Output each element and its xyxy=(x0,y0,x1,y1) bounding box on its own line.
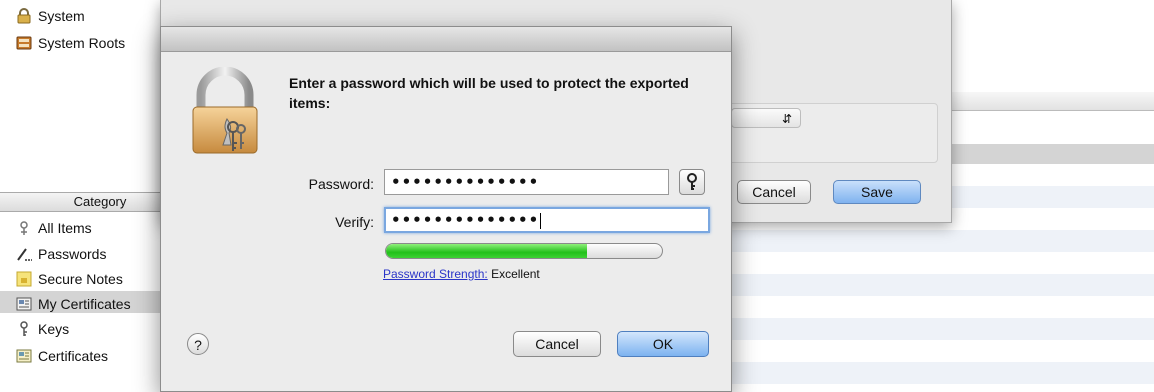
category-item-label: My Certificates xyxy=(38,296,131,312)
all-items-icon xyxy=(16,220,32,236)
save-button[interactable]: Save xyxy=(833,180,921,204)
category-item-label: Secure Notes xyxy=(38,271,123,287)
keychain-item-system-roots[interactable]: System Roots xyxy=(38,32,125,54)
keychain-item-label: System Roots xyxy=(38,35,126,51)
lock-icon xyxy=(16,8,32,24)
verify-field[interactable]: •••••••••••••• xyxy=(384,207,710,233)
category-item-label: All Items xyxy=(38,220,92,236)
cancel-button[interactable]: Cancel xyxy=(513,331,601,357)
category-item-certificates[interactable]: Certificates xyxy=(38,345,108,367)
category-item-label: Passwords xyxy=(38,246,107,262)
keychain-item-label: System xyxy=(38,8,85,24)
password-icon xyxy=(16,246,33,262)
help-button[interactable]: ? xyxy=(187,333,209,355)
keychain-item-system[interactable]: System xyxy=(38,5,85,27)
chevron-updown-icon: ⇵ xyxy=(781,112,792,126)
category-item-label: Keys xyxy=(38,321,70,337)
export-password-dialog: Enter a password which will be used to p… xyxy=(160,26,732,392)
certificate-icon xyxy=(16,348,32,364)
dialog-prompt: Enter a password which will be used to p… xyxy=(289,75,689,111)
format-popup[interactable]: ⇵ xyxy=(731,108,801,128)
note-icon xyxy=(16,271,32,287)
category-item-all-items[interactable]: All Items xyxy=(38,217,92,239)
lock-keys-icon xyxy=(187,66,263,157)
category-item-label: Certificates xyxy=(38,348,109,364)
key-icon xyxy=(687,173,697,190)
password-strength-value: Excellent xyxy=(491,267,540,281)
category-item-passwords[interactable]: Passwords xyxy=(38,243,106,265)
text-caret xyxy=(540,212,542,229)
password-assistant-button[interactable] xyxy=(679,169,705,195)
password-strength-fill xyxy=(386,244,588,258)
category-item-keys[interactable]: Keys xyxy=(38,318,69,340)
category-item-my-certificates[interactable]: My Certificates xyxy=(38,293,131,315)
category-item-secure-notes[interactable]: Secure Notes xyxy=(38,268,123,290)
password-strength-link[interactable]: Password Strength: xyxy=(383,267,488,281)
password-strength-line: Password Strength: Excellent xyxy=(383,267,540,281)
dialog-titlebar[interactable] xyxy=(161,27,731,52)
key-icon xyxy=(16,321,32,337)
verify-label: Verify: xyxy=(335,214,374,230)
cabinet-icon xyxy=(16,35,32,51)
verify-field-value: •••••••••••••• xyxy=(391,211,540,229)
cancel-button[interactable]: Cancel xyxy=(737,180,811,204)
password-field[interactable]: •••••••••••••• xyxy=(384,169,669,195)
ok-button[interactable]: OK xyxy=(617,331,709,357)
category-header-label: Category xyxy=(73,194,127,209)
my-certificates-icon xyxy=(16,296,32,312)
password-strength-meter xyxy=(385,243,663,259)
password-label: Password: xyxy=(308,176,374,192)
